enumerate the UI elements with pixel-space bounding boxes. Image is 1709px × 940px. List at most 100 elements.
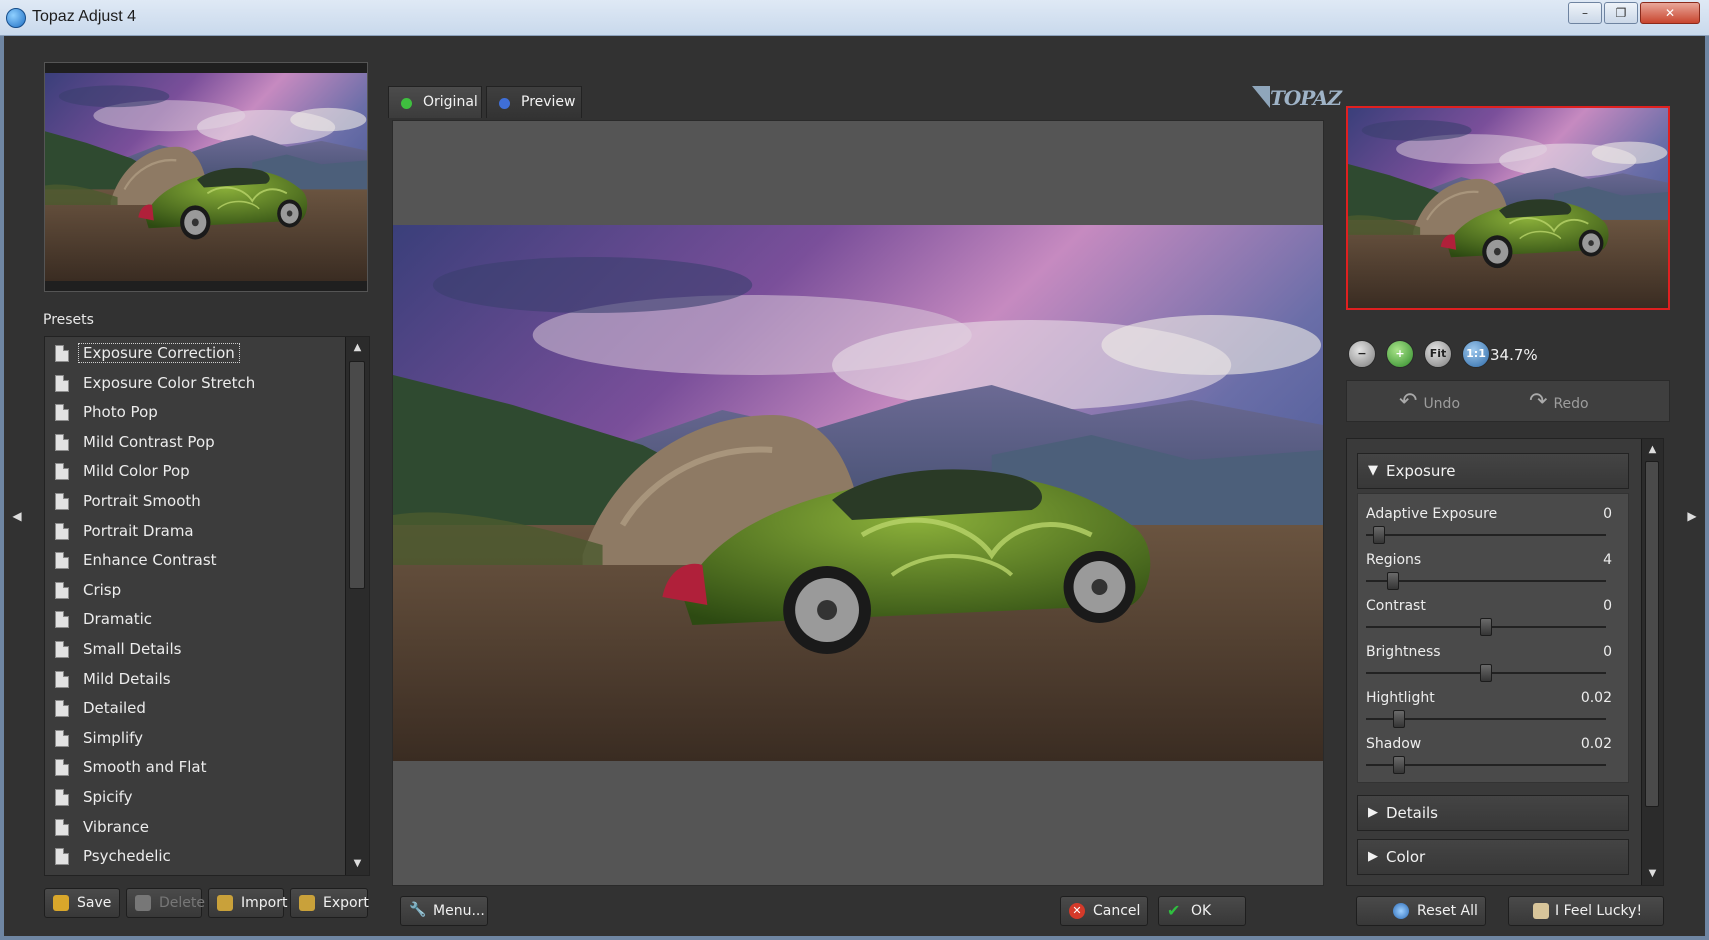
- slider-value: 4: [1603, 552, 1612, 568]
- slider-track[interactable]: [1366, 580, 1606, 582]
- minimize-button[interactable]: –: [1568, 2, 1602, 24]
- tab-original[interactable]: Original: [388, 86, 482, 118]
- close-button[interactable]: ✕: [1640, 2, 1700, 24]
- scroll-up-icon[interactable]: ▲: [1642, 439, 1663, 461]
- slider-value: 0: [1603, 506, 1612, 522]
- slider-knob[interactable]: [1373, 526, 1385, 544]
- window-title: Topaz Adjust 4: [32, 8, 137, 25]
- preview-dot-icon: [499, 98, 510, 109]
- redo-button[interactable]: ↷ Redo: [1529, 390, 1589, 414]
- preset-item-label: Exposure Color Stretch: [83, 373, 256, 392]
- preview-image[interactable]: [393, 225, 1323, 761]
- slider-knob[interactable]: [1480, 664, 1492, 682]
- image-canvas[interactable]: [392, 120, 1324, 886]
- save-button[interactable]: Save: [44, 888, 120, 918]
- scroll-down-icon[interactable]: ▼: [1642, 863, 1663, 885]
- ok-button[interactable]: ✔ OK: [1158, 896, 1246, 926]
- preset-item[interactable]: Simplify: [45, 724, 341, 752]
- preset-item[interactable]: Smooth and Flat: [45, 753, 341, 781]
- slider-contrast[interactable]: Contrast 0: [1366, 598, 1620, 638]
- redo-icon: ↷: [1529, 389, 1548, 414]
- preset-item[interactable]: Crisp: [45, 576, 341, 604]
- slider-regions[interactable]: Regions 4: [1366, 552, 1620, 592]
- slider-brightness[interactable]: Brightness 0: [1366, 644, 1620, 684]
- preset-item-label: Vibrance: [83, 817, 149, 836]
- title-bar: Topaz Adjust 4 – ❐ ✕: [0, 0, 1709, 36]
- document-icon: [55, 848, 69, 866]
- wrench-icon: 🔧: [409, 902, 427, 918]
- preset-item[interactable]: Psychedelic: [45, 842, 341, 870]
- undo-button[interactable]: ↶ Undo: [1399, 390, 1460, 414]
- undo-icon: ↶: [1399, 389, 1418, 414]
- delete-icon: [135, 895, 151, 911]
- preset-item[interactable]: Exposure Correction: [45, 339, 341, 367]
- section-exposure-header[interactable]: ▼ Exposure: [1357, 453, 1629, 489]
- app-icon: [6, 8, 26, 28]
- preview-image-graphic: [393, 225, 1323, 761]
- slider-track[interactable]: [1366, 534, 1606, 536]
- document-icon: [55, 374, 69, 392]
- maximize-button[interactable]: ❐: [1604, 2, 1638, 24]
- scroll-down-icon[interactable]: ▼: [346, 853, 369, 875]
- scroll-up-icon[interactable]: ▲: [346, 337, 369, 359]
- preset-item[interactable]: Photo Pop: [45, 398, 341, 426]
- preset-item-label: Small Details: [83, 640, 182, 658]
- import-button[interactable]: Import: [208, 888, 287, 918]
- slider-knob[interactable]: [1393, 756, 1405, 774]
- menu-button[interactable]: 🔧 Menu...: [400, 896, 488, 926]
- cancel-icon: ✕: [1069, 903, 1085, 919]
- slider-label: Adaptive Exposure: [1366, 506, 1498, 522]
- preset-item[interactable]: Vibrance: [45, 813, 341, 841]
- preset-item[interactable]: Detailed: [45, 694, 341, 722]
- zoom-1to1-icon[interactable]: 1:1: [1462, 340, 1490, 368]
- zoom-fit-icon[interactable]: Fit: [1424, 340, 1452, 368]
- preset-item[interactable]: Enhance Contrast: [45, 546, 341, 574]
- preset-item[interactable]: Spicify: [45, 783, 341, 811]
- presets-list[interactable]: ▲ ▼ Exposure Correction Exposure Color St…: [44, 336, 370, 876]
- document-icon: [55, 522, 69, 540]
- section-details-header[interactable]: ▶ Details: [1357, 795, 1629, 831]
- preset-item[interactable]: Exposure Color Stretch: [45, 369, 341, 397]
- preset-item-label: Simplify: [83, 728, 144, 747]
- preset-item[interactable]: Small Details: [45, 635, 341, 663]
- navigator-preview[interactable]: [1346, 106, 1670, 310]
- slider-shadow[interactable]: Shadow 0.02: [1366, 736, 1620, 776]
- slider-adaptive-exposure[interactable]: Adaptive Exposure 0: [1366, 506, 1620, 546]
- i-feel-lucky-button[interactable]: I Feel Lucky!: [1508, 896, 1664, 926]
- document-icon: [55, 404, 69, 422]
- presets-scrollbar[interactable]: ▲ ▼: [345, 337, 369, 875]
- navigator-image: [1348, 108, 1668, 308]
- preset-item[interactable]: Mild Contrast Pop: [45, 428, 341, 456]
- preset-item-label: Smooth and Flat: [83, 758, 207, 777]
- scrollbar-thumb[interactable]: [349, 361, 365, 589]
- checkmark-icon: ✔: [1167, 901, 1181, 920]
- scrollbar-thumb[interactable]: [1645, 461, 1659, 807]
- zoom-in-icon[interactable]: +: [1386, 340, 1414, 368]
- adjustments-scrollbar[interactable]: ▲ ▼: [1641, 439, 1663, 885]
- collapse-left-panel-icon[interactable]: ◀: [12, 506, 22, 526]
- tab-preview[interactable]: Preview: [486, 86, 582, 118]
- delete-button[interactable]: Delete: [126, 888, 205, 918]
- slider-hightlight[interactable]: Hightlight 0.02: [1366, 690, 1620, 730]
- preset-item-label: Spicify: [83, 788, 133, 806]
- document-icon: [55, 493, 69, 510]
- slider-knob[interactable]: [1387, 572, 1399, 590]
- preset-item-label: Crisp: [83, 580, 122, 599]
- preset-item[interactable]: Portrait Drama: [45, 517, 341, 545]
- zoom-out-icon[interactable]: −: [1348, 340, 1376, 368]
- adjustments-panel: ▼ Exposure Adaptive Exposure 0 Regions 4 Con…: [1346, 438, 1664, 886]
- document-icon: [55, 581, 69, 599]
- reset-all-button[interactable]: Reset All: [1356, 896, 1486, 926]
- save-icon: [53, 895, 69, 911]
- export-button[interactable]: Export: [290, 888, 369, 918]
- preset-item[interactable]: Portrait Smooth: [45, 487, 341, 515]
- preset-item[interactable]: Mild Color Pop: [45, 457, 341, 485]
- collapsed-triangle-icon: ▶: [1368, 849, 1378, 864]
- preset-item[interactable]: Mild Details: [45, 665, 341, 693]
- slider-knob[interactable]: [1480, 618, 1492, 636]
- preset-item-label: Mild Contrast Pop: [83, 432, 215, 451]
- cancel-button[interactable]: ✕ Cancel: [1060, 896, 1148, 926]
- slider-knob[interactable]: [1393, 710, 1405, 728]
- preset-item[interactable]: Dramatic: [45, 605, 341, 633]
- section-color-header[interactable]: ▶ Color: [1357, 839, 1629, 875]
